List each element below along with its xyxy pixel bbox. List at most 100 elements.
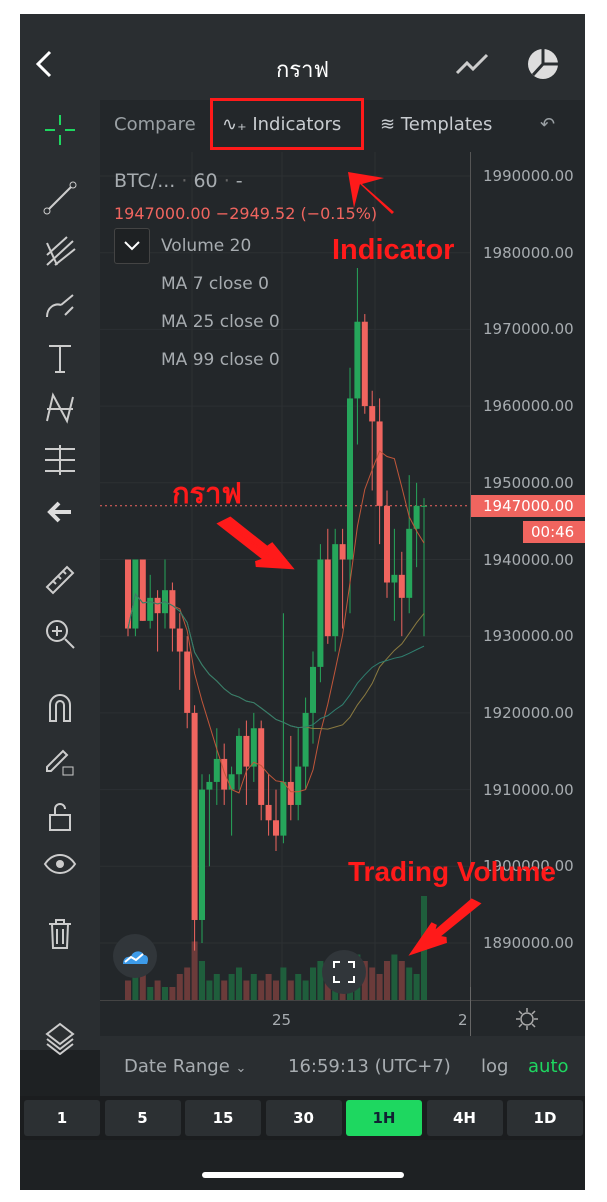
candle-body — [199, 789, 205, 920]
volume-bar — [228, 974, 235, 1000]
candle-body — [413, 505, 420, 529]
drawing-toolbar — [20, 100, 100, 1055]
chart-type-button[interactable] — [452, 44, 492, 84]
candle-body — [347, 398, 353, 560]
timeframe-30[interactable]: 30 — [265, 1100, 342, 1136]
clock-timezone[interactable]: 16:59:13 (UTC+7) — [288, 1056, 451, 1077]
volume-bar — [139, 974, 146, 1000]
visibility-tool[interactable] — [40, 844, 80, 884]
candle-body — [287, 781, 294, 805]
annotation-graph: กราฟ — [172, 478, 242, 510]
pattern-tool[interactable] — [40, 388, 80, 428]
candle-body — [339, 544, 346, 560]
collapse-legend-button[interactable] — [114, 228, 150, 264]
timeframe-15[interactable]: 15 — [185, 1100, 261, 1136]
crosshair-tool[interactable] — [40, 110, 80, 150]
timeframe-1[interactable]: 1 — [24, 1100, 100, 1136]
indicator-ma25[interactable]: MA 25 close 0 — [161, 312, 280, 332]
measure-tool[interactable] — [40, 440, 80, 480]
log-scale-toggle[interactable]: log — [481, 1056, 508, 1077]
delete-drawings-tool[interactable] — [40, 914, 80, 954]
exchange: - — [235, 170, 243, 192]
candle-body — [221, 758, 228, 790]
text-tool[interactable] — [40, 338, 80, 378]
candle-body — [228, 774, 235, 790]
price-label: 1960000.00 — [483, 397, 574, 416]
volume-bar — [376, 974, 383, 1000]
price-label: 1950000.00 — [483, 473, 574, 492]
candle-body — [243, 735, 250, 767]
timeframe-1H[interactable]: 1H — [346, 1100, 422, 1136]
volume-bar — [273, 980, 279, 1000]
volume-bar — [384, 961, 390, 1000]
ruler-tool[interactable] — [40, 560, 80, 600]
time-axis[interactable]: 25 2 — [100, 987, 585, 1037]
volume-bar — [162, 987, 168, 1000]
candle-body — [295, 766, 302, 805]
annotation-trading-volume: Trading Volume — [348, 856, 556, 887]
candle-body — [376, 421, 383, 506]
indicator-volume[interactable]: Volume 20 — [161, 236, 251, 256]
eye-icon — [43, 854, 77, 874]
volume-bar — [176, 974, 183, 1000]
undo-button[interactable]: ↶ — [540, 114, 555, 135]
candle-body — [139, 559, 146, 621]
volume-bar — [199, 961, 205, 1000]
home-indicator[interactable] — [202, 1172, 404, 1178]
magnet-tool[interactable] — [40, 688, 80, 728]
price-label: 1890000.00 — [483, 934, 574, 952]
candle-body — [265, 804, 272, 821]
pitchfork-tool[interactable] — [40, 232, 80, 272]
tradingview-logo[interactable] — [113, 934, 157, 978]
auto-scale-toggle[interactable]: auto — [528, 1056, 569, 1077]
pie-chart-button[interactable] — [523, 44, 563, 84]
candle-body — [191, 712, 198, 920]
zoom-tool[interactable] — [40, 614, 80, 654]
annotation-indicator: Indicator — [332, 234, 455, 266]
date-range-dropdown[interactable]: Date Range ⌄ — [124, 1056, 246, 1077]
candle-body — [250, 728, 257, 767]
tab-compare[interactable]: Compare — [114, 114, 196, 135]
price-label: 1940000.00 — [483, 550, 574, 569]
indicator-ma99[interactable]: MA 99 close 0 — [161, 350, 280, 370]
axis-divider — [470, 987, 471, 1037]
candle-body — [361, 321, 368, 407]
volume-bar — [154, 980, 161, 1000]
symbol-name[interactable]: BTC/... — [114, 170, 175, 192]
lock-all-tool[interactable] — [40, 796, 80, 836]
brush-tool[interactable] — [40, 286, 80, 326]
candle-body — [280, 781, 287, 836]
change-value: −2949.52 (−0.15%) — [215, 204, 378, 223]
volume-bar — [213, 974, 220, 1000]
hide-toolbar-button[interactable] — [40, 492, 80, 532]
layers-button[interactable] — [40, 1018, 80, 1058]
timeframe-4H[interactable]: 4H — [426, 1100, 503, 1136]
trendline-tool[interactable] — [40, 178, 80, 218]
indicator-ma7[interactable]: MA 7 close 0 — [161, 274, 269, 294]
timeframe-5[interactable]: 5 — [104, 1100, 181, 1136]
chart-footer: Date Range ⌄ 16:59:13 (UTC+7) log auto — [100, 1036, 585, 1096]
candle-body — [184, 651, 191, 713]
volume-bar — [295, 974, 302, 1000]
price-label: 1930000.00 — [483, 627, 574, 646]
volume-bar — [236, 967, 242, 1000]
fib-icon — [45, 445, 75, 475]
chevron-down-icon: ⌄ — [235, 1061, 247, 1076]
candle-body — [391, 574, 398, 583]
timeframe-bar: 1 5 15 30 1H 4H 1D — [20, 1096, 585, 1140]
candle-body — [354, 321, 361, 399]
settings-sun-icon[interactable] — [515, 1007, 539, 1031]
tab-templates[interactable]: ≋ Templates — [380, 114, 492, 135]
volume-bar — [258, 980, 265, 1000]
candle-body — [236, 735, 242, 775]
volume-bar — [147, 987, 154, 1000]
timeframe-1D[interactable]: 1D — [507, 1100, 583, 1136]
candle-body — [258, 728, 265, 805]
brush-icon — [46, 294, 74, 318]
price-label: 1920000.00 — [483, 703, 574, 722]
volume-bar — [287, 980, 294, 1000]
fullscreen-button[interactable] — [322, 950, 366, 994]
candle-body — [169, 590, 176, 629]
volume-bar — [421, 896, 427, 1000]
lock-drawing-tool[interactable] — [40, 742, 80, 782]
